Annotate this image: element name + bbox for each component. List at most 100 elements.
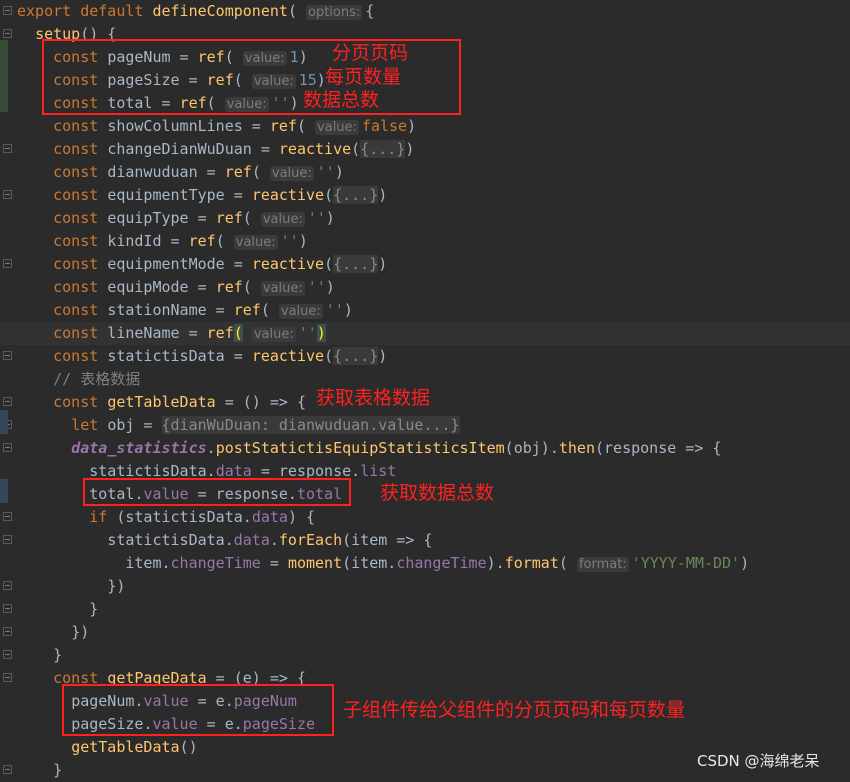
gutter — [0, 598, 16, 621]
folded-region[interactable]: {dianWuDuan: dianwuduan.value...} — [161, 416, 460, 434]
code-token: export default — [17, 2, 153, 20]
code-line[interactable]: data_statistics.postStatictisEquipStatis… — [0, 437, 850, 460]
code-line[interactable]: const equipmentType = reactive({...}) — [0, 184, 850, 207]
code-token: lineName = — [107, 324, 207, 342]
code-token: ( — [296, 117, 316, 135]
code-token: reactive — [278, 140, 352, 158]
fold-toggle-icon[interactable] — [3, 259, 12, 268]
code-token: false — [361, 117, 408, 135]
code-token: } — [53, 761, 63, 779]
code-line[interactable]: const kindId = ref( value: '') — [0, 230, 850, 253]
fold-toggle-icon[interactable] — [3, 581, 12, 590]
parameter-hint: value: — [269, 166, 314, 181]
code-token: const — [53, 117, 108, 135]
fold-toggle-icon[interactable] — [3, 397, 12, 406]
fold-toggle-icon[interactable] — [3, 535, 12, 544]
folded-region[interactable]: {...} — [333, 186, 379, 204]
folded-region[interactable]: {...} — [333, 347, 379, 365]
fold-toggle-icon[interactable] — [3, 673, 12, 682]
code-token: data — [233, 531, 270, 549]
code-token: ) — [325, 209, 335, 227]
code-token: then — [558, 439, 595, 457]
fold-toggle-icon[interactable] — [3, 604, 12, 613]
vcs-changed-marker — [0, 410, 8, 434]
code-line[interactable]: const dianwuduan = ref( value: '') — [0, 161, 850, 184]
gutter — [0, 437, 16, 460]
fold-toggle-icon[interactable] — [3, 765, 12, 774]
code-text: const statictisData = reactive({...}) — [17, 345, 387, 368]
code-text: } — [17, 598, 98, 621]
code-line[interactable]: }) — [0, 621, 850, 644]
code-line[interactable]: } — [0, 644, 850, 667]
code-token: ) — [740, 554, 750, 572]
code-token: ( — [324, 186, 334, 204]
fold-toggle-icon[interactable] — [3, 650, 12, 659]
code-line[interactable]: } — [0, 598, 850, 621]
code-token: changeTime — [170, 554, 261, 572]
code-text: const equipmentType = reactive({...}) — [17, 184, 387, 207]
folded-region[interactable]: {...} — [333, 255, 379, 273]
code-token: const — [53, 140, 108, 158]
code-line[interactable]: item.changeTime = moment(item.changeTime… — [0, 552, 850, 575]
annotation-page-size: 每页数量 — [325, 66, 402, 88]
fold-toggle-icon[interactable] — [3, 443, 12, 452]
code-line[interactable]: const changeDianWuDuan = reactive({...}) — [0, 138, 850, 161]
code-token: moment — [287, 554, 343, 572]
code-token: changeDianWuDuan = — [107, 140, 279, 158]
code-token: } — [53, 646, 63, 664]
code-token: const — [53, 255, 108, 273]
code-token: ( — [233, 324, 243, 342]
code-token: ( — [558, 554, 577, 572]
fold-toggle-icon[interactable] — [3, 6, 12, 15]
code-token: = — [260, 554, 288, 572]
code-line[interactable]: const showColumnLines = ref( value: false… — [0, 115, 850, 138]
code-line[interactable]: export default defineComponent( options:… — [0, 0, 850, 23]
code-token: stationName = — [107, 301, 234, 319]
gutter — [0, 368, 16, 391]
code-token: const — [53, 163, 108, 181]
code-line[interactable]: }) — [0, 575, 850, 598]
fold-toggle-icon[interactable] — [3, 190, 12, 199]
code-token: equipType = — [107, 209, 216, 227]
gutter — [0, 138, 16, 161]
code-token: }) — [71, 623, 90, 641]
gutter — [0, 230, 16, 253]
code-line[interactable]: const equipMode = ref( value: '') — [0, 276, 850, 299]
code-line[interactable]: const stationName = ref( value: '') — [0, 299, 850, 322]
fold-toggle-icon[interactable] — [3, 351, 12, 360]
code-token: ) { — [287, 508, 316, 526]
code-token: ref — [188, 232, 216, 250]
code-text: }) — [17, 621, 89, 644]
code-token: '' — [316, 163, 335, 181]
gutter — [0, 690, 16, 713]
fold-toggle-icon[interactable] — [3, 144, 12, 153]
code-token: data — [251, 508, 288, 526]
parameter-hint: format: — [576, 557, 629, 572]
fold-toggle-icon[interactable] — [3, 627, 12, 636]
gutter — [0, 529, 16, 552]
code-token: ( — [260, 301, 279, 319]
code-token: ( — [242, 209, 261, 227]
code-line[interactable]: const equipmentMode = reactive({...}) — [0, 253, 850, 276]
folded-region[interactable]: {...} — [360, 140, 406, 158]
vcs-changed-marker — [0, 479, 8, 503]
code-line[interactable]: let obj = {dianWuDuan: dianwuduan.value.… — [0, 414, 850, 437]
code-token: (response => { — [594, 439, 722, 457]
code-token: . — [269, 531, 279, 549]
code-text: let obj = {dianWuDuan: dianwuduan.value.… — [17, 414, 460, 437]
code-line[interactable]: if (statictisData.data) { — [0, 506, 850, 529]
fold-toggle-icon[interactable] — [3, 29, 12, 38]
code-token: { — [365, 2, 375, 20]
code-line[interactable]: const statictisData = reactive({...}) — [0, 345, 850, 368]
code-line[interactable]: const equipType = ref( value: '') — [0, 207, 850, 230]
gutter — [0, 253, 16, 276]
code-text: item.changeTime = moment(item.changeTime… — [17, 552, 749, 576]
code-line[interactable]: statictisData.data.forEach(item => { — [0, 529, 850, 552]
code-text: const equipMode = ref( value: '') — [17, 276, 335, 300]
code-text: const getTableData = () => { — [17, 391, 306, 414]
annotation-box-total — [83, 478, 351, 506]
code-line[interactable]: const lineName = ref( value: '') — [0, 322, 850, 345]
fold-toggle-icon[interactable] — [3, 512, 12, 521]
code-token: ) — [343, 301, 353, 319]
code-token: ) — [316, 324, 326, 342]
